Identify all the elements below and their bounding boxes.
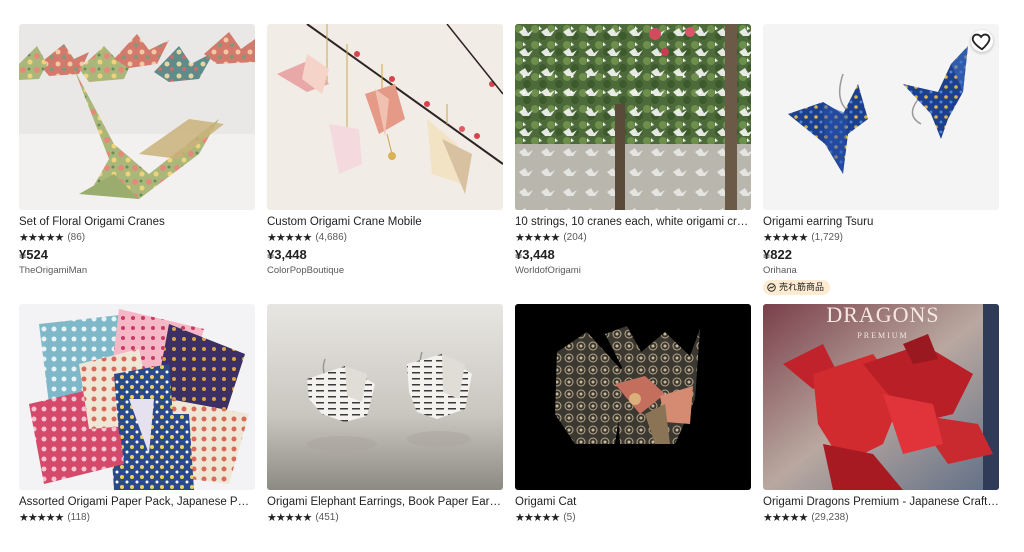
listing-title[interactable]: Origami earring Tsuru xyxy=(763,215,999,229)
listing-rating: ★★★★★ (118) xyxy=(19,511,255,525)
badge-label: 売れ筋商品 xyxy=(779,282,825,292)
trending-icon xyxy=(767,283,776,292)
listing-price: ¥3,448 xyxy=(267,247,307,262)
rating-stars: ★★★★★ xyxy=(267,232,312,244)
listing-card[interactable]: Origami earring Tsuru ★★★★★ (1,729) ¥822… xyxy=(763,24,999,297)
listing-title[interactable]: Origami Dragons Premium - Japanese Craft… xyxy=(763,495,999,509)
listing-card[interactable]: Set of Floral Origami Cranes ★★★★★ (86) … xyxy=(19,24,255,277)
listing-image[interactable] xyxy=(763,24,999,210)
shop-name[interactable]: Orihana xyxy=(763,265,999,277)
listing-price: ¥3,448 xyxy=(515,247,555,262)
listing-card[interactable]: DRAGONS PREMIUM Origami Dragons Premium … xyxy=(763,304,999,525)
listing-card[interactable]: Custom Origami Crane Mobile ★★★★★ (4,686… xyxy=(267,24,503,277)
shop-name[interactable]: TheOrigamiMan xyxy=(19,265,255,277)
listing-title[interactable]: Custom Origami Crane Mobile xyxy=(267,215,503,229)
listing-price: ¥822 xyxy=(763,247,792,262)
listing-price: ¥524 xyxy=(19,247,48,262)
review-count: (1,729) xyxy=(811,232,843,243)
rating-stars: ★★★★★ xyxy=(515,512,560,524)
listing-grid: Set of Floral Origami Cranes ★★★★★ (86) … xyxy=(0,0,1024,552)
listing-image[interactable] xyxy=(19,24,255,210)
listing-rating: ★★★★★ (451) xyxy=(267,511,503,525)
listing-title[interactable]: Assorted Origami Paper Pack, Japanese Pa… xyxy=(19,495,255,509)
review-count: (4,686) xyxy=(315,232,347,243)
listing-title[interactable]: Origami Elephant Earrings, Book Paper Ea… xyxy=(267,495,503,509)
rating-stars: ★★★★★ xyxy=(763,232,808,244)
listing-title[interactable]: Set of Floral Origami Cranes xyxy=(19,215,255,229)
cover-subtitle: PREMIUM xyxy=(857,331,908,340)
review-count: (451) xyxy=(315,512,339,523)
review-count: (5) xyxy=(563,512,576,523)
listing-image[interactable] xyxy=(267,304,503,490)
rating-stars: ★★★★★ xyxy=(19,232,64,244)
listing-card[interactable]: Origami Elephant Earrings, Book Paper Ea… xyxy=(267,304,503,525)
rating-stars: ★★★★★ xyxy=(763,512,808,524)
listing-rating: ★★★★★ (86) xyxy=(19,231,255,245)
listing-card[interactable]: 10 strings, 10 cranes each, white origam… xyxy=(515,24,751,277)
rating-stars: ★★★★★ xyxy=(515,232,560,244)
cover-title: DRAGONS xyxy=(826,304,939,327)
listing-title[interactable]: Origami Cat xyxy=(515,495,751,509)
listing-image[interactable] xyxy=(19,304,255,490)
favorite-button[interactable] xyxy=(971,30,993,52)
listing-rating: ★★★★★ (4,686) xyxy=(267,231,503,245)
rating-stars: ★★★★★ xyxy=(19,512,64,524)
listing-card[interactable]: Origami Cat ★★★★★ (5) xyxy=(515,304,751,525)
listing-card[interactable]: Assorted Origami Paper Pack, Japanese Pa… xyxy=(19,304,255,525)
rating-stars: ★★★★★ xyxy=(267,512,312,524)
listing-image[interactable] xyxy=(515,24,751,210)
listing-rating: ★★★★★ (29,238) xyxy=(763,511,999,525)
shop-name[interactable]: WorldofOrigami xyxy=(515,265,751,277)
listing-image[interactable] xyxy=(515,304,751,490)
review-count: (29,238) xyxy=(811,512,849,523)
review-count: (118) xyxy=(67,512,90,523)
heart-icon xyxy=(971,33,991,51)
bestseller-badge: 売れ筋商品 xyxy=(763,280,831,295)
listing-rating: ★★★★★ (1,729) xyxy=(763,231,999,245)
listing-rating: ★★★★★ (5) xyxy=(515,511,751,525)
listing-image[interactable]: DRAGONS PREMIUM xyxy=(763,304,999,490)
listing-image[interactable] xyxy=(267,24,503,210)
listing-title[interactable]: 10 strings, 10 cranes each, white origam… xyxy=(515,215,751,229)
review-count: (86) xyxy=(67,232,86,243)
shop-name[interactable]: ColorPopBoutique xyxy=(267,265,503,277)
review-count: (204) xyxy=(563,232,587,243)
listing-rating: ★★★★★ (204) xyxy=(515,231,751,245)
